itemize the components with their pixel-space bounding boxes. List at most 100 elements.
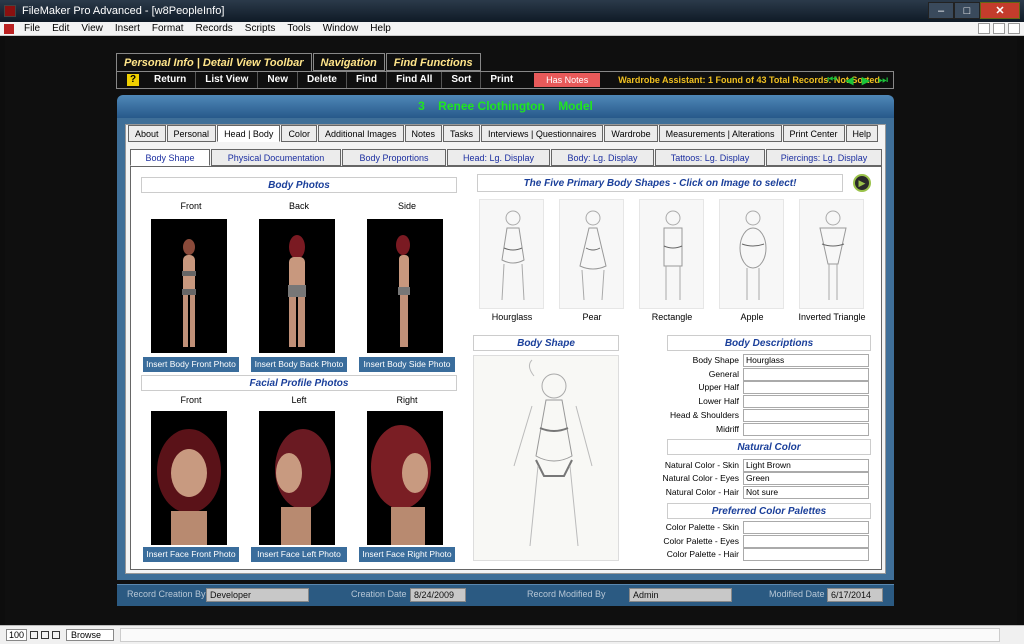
- palette-skin-field[interactable]: [743, 521, 869, 534]
- insert-body-back-button[interactable]: Insert Body Back Photo: [251, 357, 347, 372]
- created-by-field[interactable]: Developer: [206, 588, 309, 602]
- tab-interviews[interactable]: Interviews | Questionnaires: [481, 125, 604, 142]
- last-record-icon[interactable]: ⏭: [878, 74, 888, 87]
- upper-half-field[interactable]: [743, 381, 869, 394]
- tab-about[interactable]: About: [128, 125, 166, 142]
- natural-eyes-field[interactable]: Green: [743, 472, 869, 485]
- has-notes-button[interactable]: Has Notes: [534, 73, 601, 87]
- next-record-icon[interactable]: ▶: [862, 74, 870, 87]
- help-icon[interactable]: ?: [127, 74, 139, 86]
- insert-body-front-button[interactable]: Insert Body Front Photo: [143, 357, 239, 372]
- menu-scripts[interactable]: Scripts: [239, 23, 282, 34]
- modified-date-field[interactable]: 6/17/2014: [827, 588, 883, 602]
- play-icon[interactable]: ▶: [853, 174, 871, 192]
- doc-close-button[interactable]: [1008, 23, 1020, 34]
- created-by-label: Record Creation By: [127, 589, 206, 599]
- tab-body-shape[interactable]: Body Shape: [130, 149, 210, 166]
- zoom-out-icon[interactable]: [30, 631, 39, 639]
- lower-half-field[interactable]: [743, 395, 869, 408]
- general-field[interactable]: [743, 368, 869, 381]
- sort-button[interactable]: Sort: [442, 72, 482, 88]
- tab-tattoos-display[interactable]: Tattoos: Lg. Display: [655, 149, 765, 166]
- tab-color[interactable]: Color: [281, 125, 317, 142]
- menu-insert[interactable]: Insert: [109, 23, 146, 34]
- tab-measurements[interactable]: Measurements | Alterations: [658, 125, 782, 142]
- print-button[interactable]: Print: [481, 72, 522, 88]
- tab-help[interactable]: Help: [845, 125, 879, 142]
- minimize-button[interactable]: –: [928, 2, 954, 19]
- horizontal-scrollbar[interactable]: [120, 628, 1001, 642]
- natural-hair-label: Natural Color - Hair: [665, 487, 739, 497]
- body-back-photo[interactable]: [259, 219, 335, 353]
- find-button[interactable]: Find: [347, 72, 388, 88]
- apple-figure-icon: [739, 210, 767, 300]
- face-right-photo[interactable]: [367, 411, 443, 545]
- menu-format[interactable]: Format: [146, 23, 190, 34]
- shape-hourglass-card[interactable]: [479, 199, 544, 309]
- new-button[interactable]: New: [258, 72, 298, 88]
- face-left-photo[interactable]: [259, 411, 335, 545]
- natural-hair-field[interactable]: Not sure: [743, 486, 869, 499]
- shape-rectangle-card[interactable]: [639, 199, 704, 309]
- tab-additional-images[interactable]: Additional Images: [317, 125, 404, 142]
- tab-personal[interactable]: Personal: [166, 125, 217, 142]
- body-front-photo[interactable]: [151, 219, 227, 353]
- body-front-silhouette: [182, 239, 196, 347]
- find-all-button[interactable]: Find All: [387, 72, 443, 88]
- insert-face-front-button[interactable]: Insert Face Front Photo: [143, 547, 239, 562]
- list-view-button[interactable]: List View: [196, 72, 259, 88]
- maximize-button[interactable]: □: [954, 2, 980, 19]
- toggle-status-icon[interactable]: [52, 631, 61, 639]
- document-icon[interactable]: [4, 23, 14, 34]
- palette-hair-field[interactable]: [743, 548, 869, 561]
- tab-find-functions[interactable]: Find Functions: [385, 53, 481, 71]
- tab-detail-toolbar[interactable]: Personal Info | Detail View Toolbar: [116, 53, 312, 71]
- tab-piercings-display[interactable]: Piercings: Lg. Display: [766, 149, 882, 166]
- body-front-label: Front: [180, 201, 202, 211]
- tab-notes[interactable]: Notes: [404, 125, 443, 142]
- face-front-photo[interactable]: [151, 411, 227, 545]
- mode-select[interactable]: Browse: [66, 629, 115, 641]
- doc-minimize-button[interactable]: [978, 23, 990, 34]
- tab-body-proportions[interactable]: Body Proportions: [342, 149, 446, 166]
- menu-records[interactable]: Records: [190, 23, 239, 34]
- menu-view[interactable]: View: [75, 23, 109, 34]
- menu-file[interactable]: File: [18, 23, 46, 34]
- tab-head-display[interactable]: Head: Lg. Display: [447, 149, 550, 166]
- tab-tasks[interactable]: Tasks: [443, 125, 481, 142]
- body-side-photo[interactable]: [367, 219, 443, 353]
- tab-wardrobe[interactable]: Wardrobe: [604, 125, 658, 142]
- tab-head-body[interactable]: Head | Body: [217, 125, 281, 142]
- tab-print-center[interactable]: Print Center: [782, 125, 845, 142]
- delete-button[interactable]: Delete: [298, 72, 347, 88]
- modified-by-field[interactable]: Admin: [629, 588, 732, 602]
- midriff-field[interactable]: [743, 423, 869, 436]
- menu-edit[interactable]: Edit: [46, 23, 75, 34]
- face-right-label: Right: [396, 395, 418, 405]
- body-back-label: Back: [288, 201, 309, 211]
- insert-face-left-button[interactable]: Insert Face Left Photo: [251, 547, 347, 562]
- prev-record-icon[interactable]: ◀: [845, 74, 853, 87]
- palette-eyes-field[interactable]: [743, 535, 869, 548]
- body-shape-field[interactable]: Hourglass: [743, 354, 869, 367]
- tab-navigation[interactable]: Navigation: [312, 53, 385, 71]
- creation-date-field[interactable]: 8/24/2009: [410, 588, 466, 602]
- zoom-level[interactable]: 100: [6, 629, 28, 641]
- head-shoulders-field[interactable]: [743, 409, 869, 422]
- insert-face-right-button[interactable]: Insert Face Right Photo: [359, 547, 455, 562]
- shape-inverted-triangle-card[interactable]: [799, 199, 864, 309]
- tab-body-display[interactable]: Body: Lg. Display: [551, 149, 654, 166]
- return-button[interactable]: Return: [145, 72, 197, 88]
- doc-restore-button[interactable]: [993, 23, 1005, 34]
- tab-physical-documentation[interactable]: Physical Documentation: [211, 149, 341, 166]
- natural-skin-field[interactable]: Light Brown: [743, 459, 869, 472]
- first-record-icon[interactable]: ⏮: [827, 74, 837, 87]
- menu-window[interactable]: Window: [317, 23, 365, 34]
- shape-pear-card[interactable]: [559, 199, 624, 309]
- menu-tools[interactable]: Tools: [281, 23, 316, 34]
- zoom-in-icon[interactable]: [41, 631, 50, 639]
- menu-help[interactable]: Help: [364, 23, 397, 34]
- close-button[interactable]: ✕: [980, 2, 1020, 19]
- shape-apple-card[interactable]: [719, 199, 784, 309]
- insert-body-side-button[interactable]: Insert Body Side Photo: [359, 357, 455, 372]
